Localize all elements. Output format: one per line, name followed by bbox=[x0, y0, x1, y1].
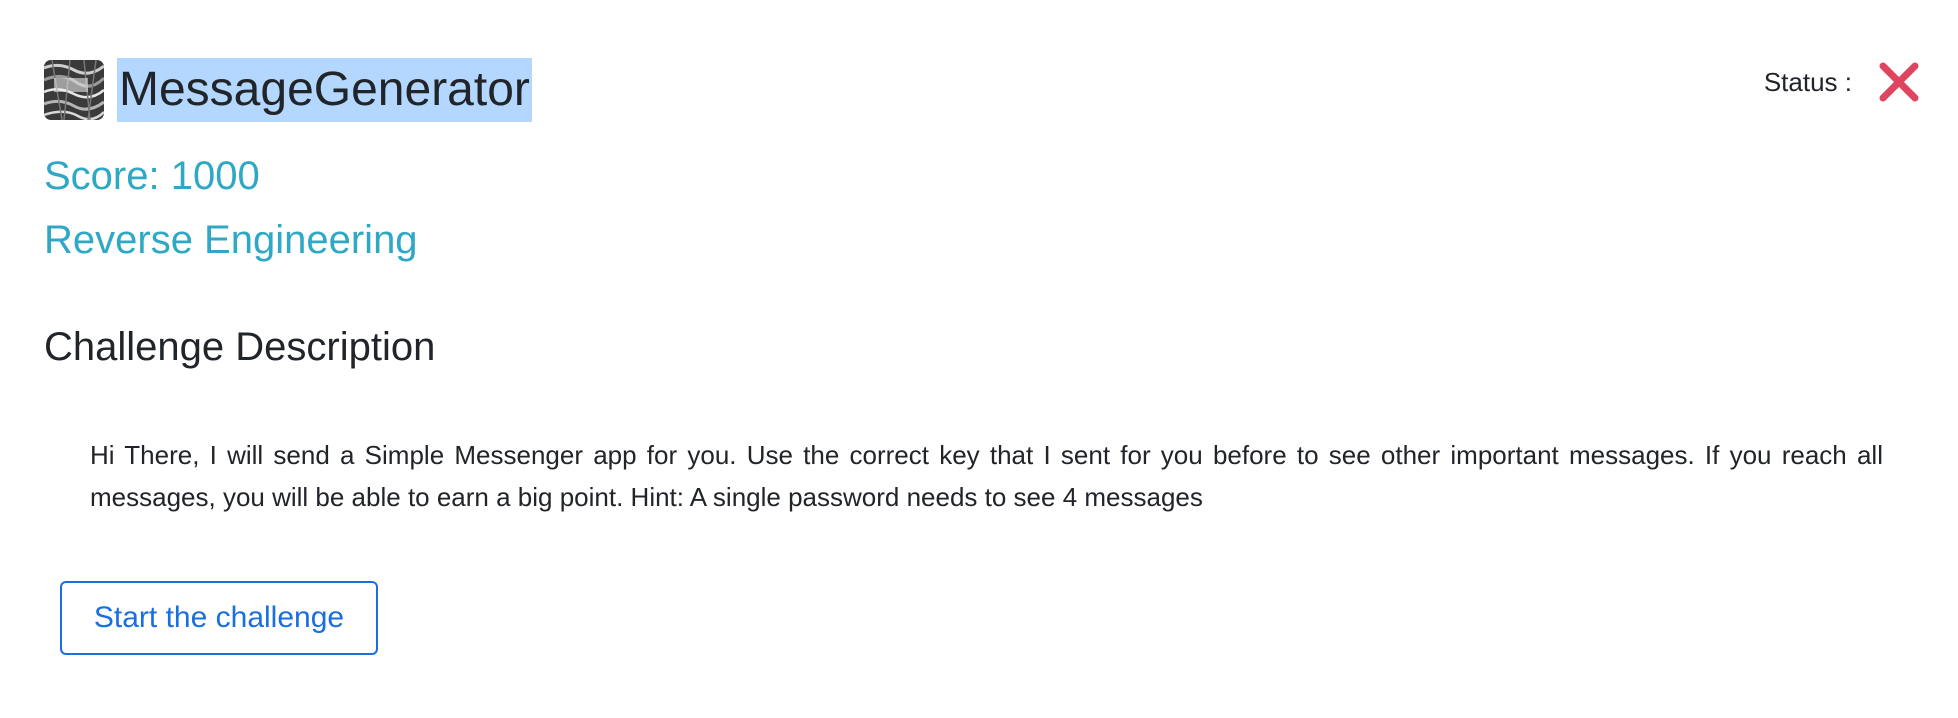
start-challenge-button[interactable]: Start the challenge bbox=[60, 581, 378, 655]
challenge-score: Score: 1000 bbox=[44, 154, 260, 198]
challenge-category: Reverse Engineering bbox=[44, 218, 418, 262]
status-label: Status : bbox=[1763, 66, 1852, 97]
challenge-thumbnail-icon bbox=[44, 60, 104, 120]
challenge-title: MessageGenerator bbox=[117, 58, 532, 122]
status-indicator: Status : bbox=[1764, 60, 1920, 104]
close-icon bbox=[1879, 62, 1919, 102]
description-heading: Challenge Description bbox=[44, 325, 436, 369]
challenge-header: MessageGenerator bbox=[44, 58, 532, 122]
challenge-description: Hi There, I will send a Simple Messenger… bbox=[90, 440, 1883, 512]
